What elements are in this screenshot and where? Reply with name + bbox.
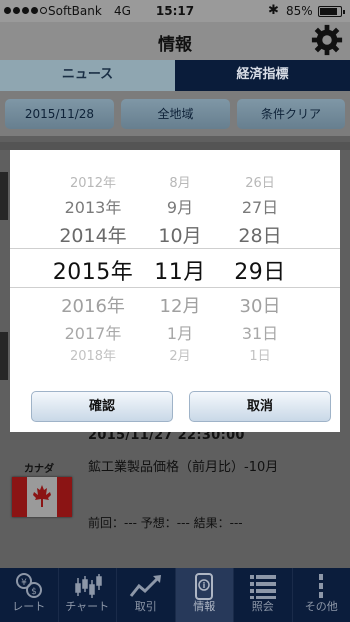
tab-economic-indicators[interactable]: 経済指標 <box>175 60 350 91</box>
country-label: カナダ <box>24 464 54 475</box>
nav-chart-label: チャート <box>65 600 110 613</box>
svg-text:¥: ¥ <box>21 578 27 588</box>
rate-icon: ¥ $ <box>0 568 58 600</box>
day-selected[interactable]: 29日 <box>230 254 290 286</box>
nav-info[interactable]: i 情報 <box>175 568 234 622</box>
month-option[interactable]: 1月 <box>145 320 215 344</box>
day-option[interactable]: 28日 <box>230 221 290 248</box>
selection-bottom-line <box>10 287 340 288</box>
day-option[interactable]: 26日 <box>230 172 290 191</box>
nav-more-label: その他 <box>304 600 338 613</box>
list-divider <box>0 172 8 220</box>
nav-trade-label: 取引 <box>134 600 157 613</box>
year-option[interactable]: 2016年 <box>38 292 148 318</box>
month-option[interactable]: 12月 <box>145 292 215 318</box>
nav-inquiry[interactable]: 照会 <box>234 568 293 622</box>
nav-more[interactable]: その他 <box>293 568 350 622</box>
status-bar: SoftBank 4G 15:17 ✱ 85% <box>0 0 350 22</box>
nav-info-label: 情報 <box>193 600 216 613</box>
month-option[interactable]: 8月 <box>145 172 215 191</box>
svg-text:$: $ <box>31 587 37 597</box>
clear-conditions-button[interactable]: 条件クリア <box>237 99 345 129</box>
month-selected[interactable]: 11月 <box>145 254 215 286</box>
list-divider <box>0 332 8 380</box>
day-option[interactable]: 27日 <box>230 194 290 218</box>
filter-bar: 2015/11/28 全地域 条件クリア <box>0 91 350 136</box>
year-option[interactable]: 2013年 <box>38 194 148 218</box>
selection-top-line <box>10 248 340 249</box>
nav-rate-label: レート <box>12 600 46 613</box>
event-values: 前回：--- 予想：--- 結果：--- <box>88 516 243 530</box>
tab-news[interactable]: ニュース <box>0 60 175 91</box>
event-title[interactable]: 鉱工業製品価格（前月比）-10月 <box>88 456 278 475</box>
nav-trade[interactable]: 取引 <box>117 568 176 622</box>
day-option[interactable]: 31日 <box>230 320 290 344</box>
more-icon <box>293 568 350 600</box>
bottom-nav: ¥ $ レート チャート 取引 i 情報 照会 その他 <box>0 568 350 622</box>
cancel-button[interactable]: 取消 <box>189 391 331 422</box>
gear-icon[interactable] <box>310 22 344 58</box>
month-wheel[interactable]: 8月 9月 10月 11月 12月 1月 2月 <box>145 150 215 382</box>
year-option[interactable]: 2017年 <box>38 320 148 344</box>
month-option[interactable]: 2月 <box>145 345 215 364</box>
year-option[interactable]: 2018年 <box>38 345 148 364</box>
svg-text:i: i <box>203 581 206 590</box>
date-picker-dialog: 2012年 2013年 2014年 2015年 2016年 2017年 2018年 8月 9月… <box>10 150 340 432</box>
nav-rate[interactable]: ¥ $ レート <box>0 568 59 622</box>
month-option[interactable]: 10月 <box>145 221 215 248</box>
app-header: 情報 <box>0 22 350 60</box>
month-option[interactable]: 9月 <box>145 194 215 218</box>
day-option[interactable]: 1日 <box>230 345 290 364</box>
battery-percent: 85% <box>286 4 313 18</box>
list-divider <box>0 142 350 150</box>
year-wheel[interactable]: 2012年 2013年 2014年 2015年 2016年 2017年 2018年 <box>38 150 148 382</box>
year-option[interactable]: 2014年 <box>38 221 148 248</box>
canada-flag-icon <box>12 477 72 517</box>
tab-bar: ニュース 経済指標 <box>0 60 350 91</box>
trade-icon <box>117 568 175 600</box>
chart-icon <box>59 568 117 600</box>
list-icon <box>234 568 292 600</box>
nav-chart[interactable]: チャート <box>59 568 117 622</box>
day-option[interactable]: 30日 <box>230 292 290 318</box>
nav-inquiry-label: 照会 <box>251 600 274 613</box>
region-filter-button[interactable]: 全地域 <box>121 99 230 129</box>
day-wheel[interactable]: 26日 27日 28日 29日 30日 31日 1日 <box>230 150 290 382</box>
battery-icon <box>318 6 345 17</box>
info-icon: i <box>176 568 234 600</box>
year-selected[interactable]: 2015年 <box>38 254 148 286</box>
year-option[interactable]: 2012年 <box>38 172 148 191</box>
page-title: 情報 <box>158 35 192 55</box>
confirm-button[interactable]: 確認 <box>31 391 173 422</box>
date-picker-wheel[interactable]: 2012年 2013年 2014年 2015年 2016年 2017年 2018年 8月 9月… <box>10 150 340 382</box>
date-filter-button[interactable]: 2015/11/28 <box>5 99 114 129</box>
bluetooth-icon: ✱ <box>268 3 279 18</box>
